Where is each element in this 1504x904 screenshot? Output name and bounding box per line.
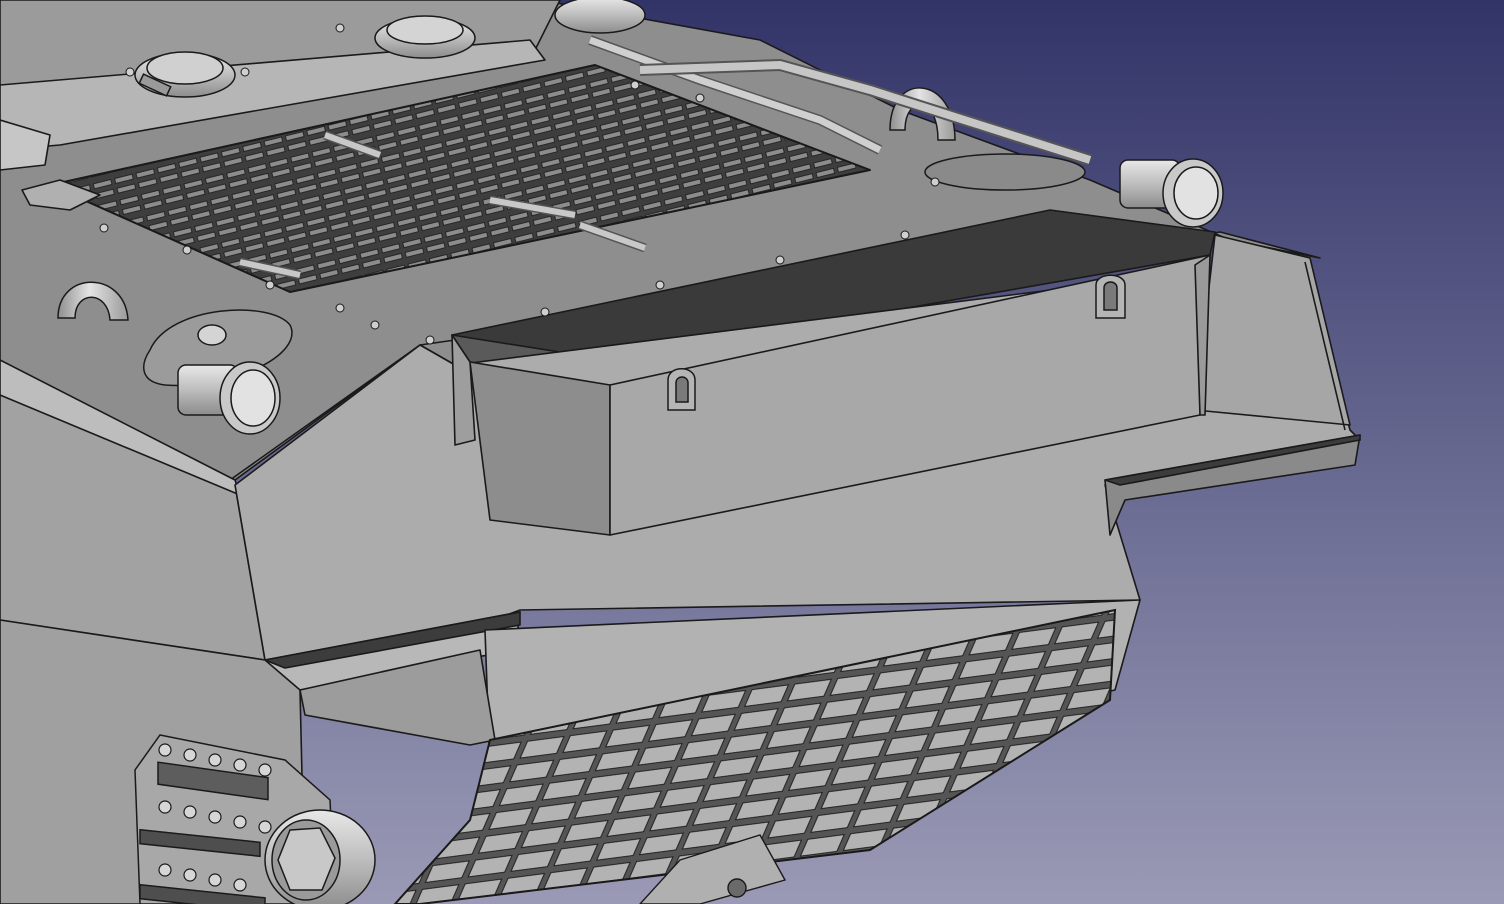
3d-viewport[interactable] [0, 0, 1504, 904]
model-scene[interactable] [0, 0, 1504, 904]
